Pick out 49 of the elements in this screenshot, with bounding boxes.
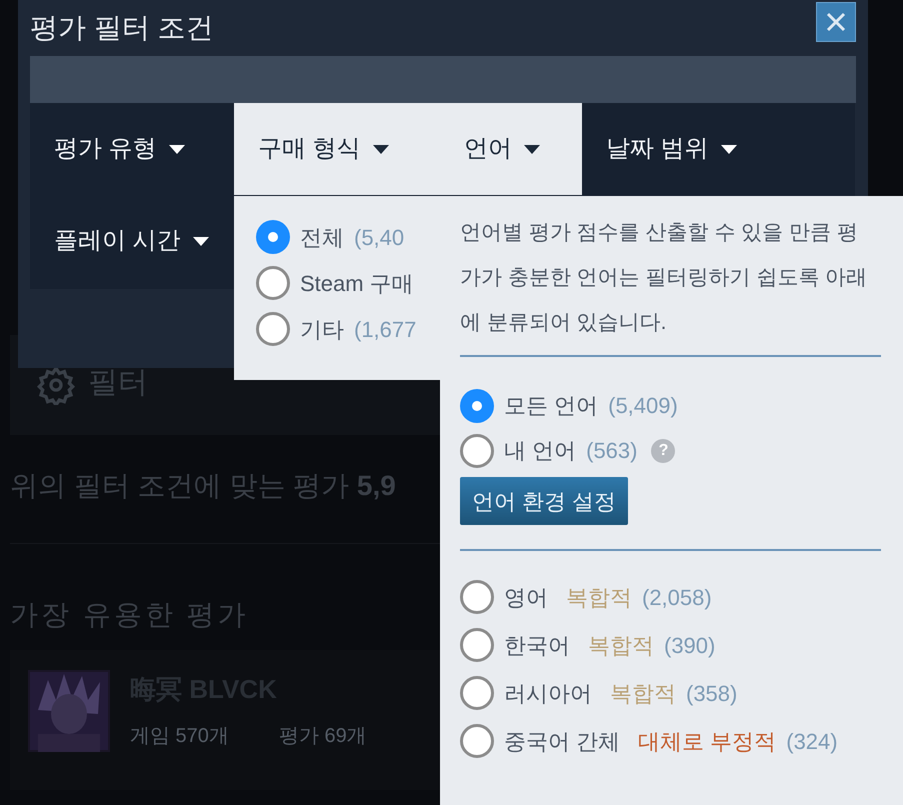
radio-button[interactable] <box>460 724 494 758</box>
radio-button[interactable] <box>460 676 494 710</box>
option-label[interactable]: 기타 <box>300 312 344 346</box>
option-count: (563) <box>586 437 638 465</box>
option-count: (5,409) <box>608 392 678 420</box>
rating-label: 대체로 부정적 <box>638 728 776 756</box>
language-count: (358) <box>686 680 738 708</box>
dialog-title: 평가 필터 조건 <box>30 11 214 45</box>
option-count: (5,40 <box>354 224 404 252</box>
rating-label: 복합적 <box>588 632 654 660</box>
caret-icon <box>720 144 737 154</box>
language-label[interactable]: 영어 <box>504 580 548 614</box>
language-label[interactable]: 러시아어 <box>504 676 592 710</box>
option-label[interactable]: Steam 구매 <box>300 266 414 300</box>
caret-icon <box>524 144 540 154</box>
radio-button[interactable] <box>256 312 290 346</box>
radio-button[interactable] <box>460 388 494 422</box>
language-label[interactable]: 중국어 간체 <box>504 724 620 758</box>
radio-button[interactable] <box>256 220 290 254</box>
radio-button[interactable] <box>460 580 494 614</box>
gear-icon <box>36 365 76 405</box>
language-count: (324) <box>786 728 838 756</box>
filter-tab[interactable]: 날짜 범위 <box>582 103 855 195</box>
caret-icon <box>168 144 185 154</box>
close-icon <box>825 11 847 33</box>
option-count: (1,677 <box>354 316 416 344</box>
games-count: 게임 570개 <box>130 724 229 749</box>
language-label[interactable]: 한국어 <box>504 628 570 662</box>
radio-button[interactable] <box>460 434 494 468</box>
radio-button[interactable] <box>460 628 494 662</box>
option-label[interactable]: 내 언어 <box>504 434 576 467</box>
language-settings-button[interactable]: 언어 환경 설정 <box>460 477 628 525</box>
caret-icon <box>192 236 209 246</box>
close-button[interactable] <box>816 2 856 42</box>
rating-label: 복합적 <box>610 680 676 708</box>
reviews-count: 평가 69개 <box>278 724 367 749</box>
language-count: (2,058) <box>642 584 712 612</box>
filter-tab[interactable]: 언어 <box>440 103 582 195</box>
filter-tab[interactable]: 플레이 시간 <box>30 195 234 287</box>
language-count: (390) <box>664 632 716 660</box>
rating-label: 복합적 <box>566 584 632 612</box>
radio-button[interactable] <box>256 266 290 300</box>
filter-tab[interactable]: 구매 형식 <box>234 103 440 195</box>
filter-tab[interactable]: 평가 유형 <box>30 103 234 195</box>
caret-icon <box>372 144 389 154</box>
search-field[interactable] <box>30 56 856 103</box>
option-label[interactable]: 모든 언어 <box>504 389 598 422</box>
option-label[interactable]: 전체 <box>300 220 344 254</box>
language-note: 언어별 평가 점수를 산출할 수 있을 만큼 평가가 충분한 언어는 필터링하기 쉽도록 아래에 분류되어 있습니다. <box>460 220 868 336</box>
